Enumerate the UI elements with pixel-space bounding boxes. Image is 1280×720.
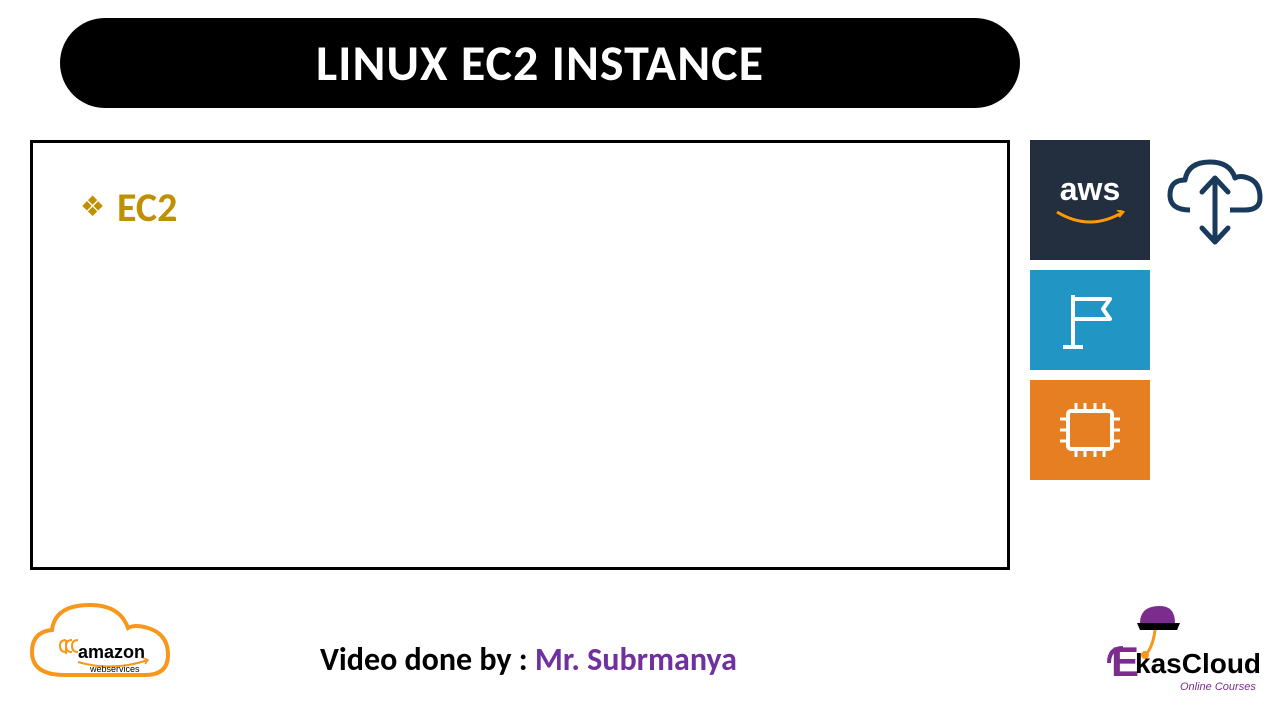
ekascloud-logo: E kasCloud Online Courses bbox=[1105, 598, 1270, 713]
chip-icon bbox=[1050, 395, 1130, 465]
amazon-webservices-logo: amazon webservices bbox=[20, 590, 210, 710]
slide-title: LINUX EC2 INSTANCE bbox=[316, 33, 764, 94]
ekas-text: kasCloud bbox=[1135, 648, 1261, 679]
content-area: EC2 bbox=[30, 140, 1010, 570]
amazon-subtext: webservices bbox=[89, 664, 140, 674]
ekas-subtext: Online Courses bbox=[1180, 681, 1256, 693]
flag-icon bbox=[1055, 285, 1125, 355]
footer-credit: Video done by : Mr. Subrmanya bbox=[320, 640, 737, 679]
aws-logo-text: aws bbox=[1060, 171, 1120, 208]
credit-name: Mr. Subrmanya bbox=[535, 640, 737, 679]
slide-title-banner: LINUX EC2 INSTANCE bbox=[60, 18, 1020, 108]
diamond-bullet-icon bbox=[83, 197, 105, 219]
flag-badge bbox=[1030, 270, 1150, 370]
amazon-text: amazon bbox=[78, 642, 145, 662]
cloud-upload-icon bbox=[1160, 150, 1270, 250]
bullet-text-1: EC2 bbox=[117, 183, 177, 232]
chip-badge bbox=[1030, 380, 1150, 480]
aws-smile-icon bbox=[1055, 210, 1125, 230]
bullet-item-1: EC2 bbox=[83, 183, 957, 232]
credit-label: Video done by : bbox=[320, 640, 535, 679]
aws-logo-badge: aws bbox=[1030, 140, 1150, 260]
